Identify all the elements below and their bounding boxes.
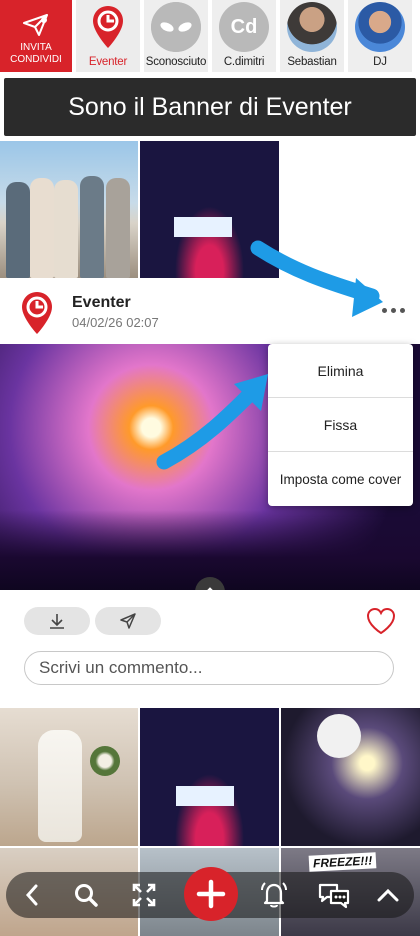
chat-button[interactable] <box>312 872 356 918</box>
story-dj[interactable]: DJ <box>348 0 412 72</box>
chevron-left-icon <box>25 884 38 906</box>
post-options-menu: Elimina Fissa Imposta come cover <box>268 344 413 506</box>
person <box>6 182 30 278</box>
alien-icon <box>151 2 201 52</box>
person <box>54 180 78 278</box>
person <box>80 176 104 278</box>
initials-avatar: Cd <box>219 2 269 52</box>
heart-icon[interactable] <box>365 606 397 636</box>
story-label: Sconosciuto <box>145 56 207 68</box>
dress <box>38 730 82 842</box>
story-sconosciuto[interactable]: Sconosciuto <box>144 0 208 72</box>
menu-item-delete[interactable]: Elimina <box>268 344 413 398</box>
bell-icon <box>261 882 287 908</box>
balloon <box>317 714 361 758</box>
post-actions <box>0 590 420 708</box>
story-label: DJ <box>373 56 387 68</box>
plus-icon <box>196 879 226 909</box>
search-button[interactable] <box>66 872 106 918</box>
notifications-button[interactable] <box>252 872 296 918</box>
story-label: Eventer <box>88 56 128 68</box>
more-dots-icon[interactable] <box>382 308 405 313</box>
invite-label-line1: INVITA <box>20 42 52 53</box>
gallery-photo-venue[interactable] <box>140 141 279 278</box>
post-header: Eventer 04/02/26 02:07 <box>0 278 420 344</box>
invite-share-button[interactable]: INVITA CONDIVIDI <box>0 0 72 72</box>
story-label: Sebastian <box>287 56 337 68</box>
chevron-up-icon <box>377 888 399 902</box>
gallery-empty-cell <box>281 141 420 278</box>
story-label: C.dimitri <box>223 56 265 68</box>
gallery-photo-group[interactable] <box>0 141 138 278</box>
invite-label-line2: CONDIVIDI <box>10 54 62 65</box>
person <box>106 178 130 278</box>
menu-item-set-cover[interactable]: Imposta come cover <box>268 452 413 506</box>
send-icon <box>120 613 136 629</box>
event-banner: Sono il Banner di Eventer <box>4 78 416 136</box>
menu-item-pin[interactable]: Fissa <box>268 398 413 452</box>
stories-bar: INVITA CONDIVIDI Eventer Sconosciuto Cd … <box>0 0 420 72</box>
back-button[interactable] <box>12 872 52 918</box>
post-author: Eventer <box>72 294 131 311</box>
bouquet <box>90 746 120 776</box>
story-sebastian[interactable]: Sebastian <box>280 0 344 72</box>
post-timestamp: 04/02/26 02:07 <box>72 315 159 330</box>
story-eventer[interactable]: Eventer <box>76 0 140 72</box>
person <box>30 178 54 278</box>
stage-screen <box>176 786 234 806</box>
fullscreen-button[interactable] <box>124 872 164 918</box>
avatar <box>287 2 337 52</box>
story-cdimitri[interactable]: Cd C.dimitri <box>212 0 276 72</box>
gallery-photo-party[interactable] <box>281 708 420 846</box>
share-button[interactable] <box>95 607 161 635</box>
paper-plane-icon <box>23 14 48 36</box>
banner-text: Sono il Banner di Eventer <box>68 92 352 121</box>
download-icon <box>50 614 64 629</box>
screen: INVITA CONDIVIDI Eventer Sconosciuto Cd … <box>0 0 420 936</box>
comment-input[interactable] <box>24 651 394 685</box>
location-pin-icon <box>83 2 133 52</box>
gallery-photo-bride[interactable] <box>0 708 138 846</box>
chat-icon <box>318 883 350 909</box>
avatar <box>355 2 405 52</box>
freeze-sign: FREEZE!!! <box>308 852 377 872</box>
location-pin-icon <box>22 292 52 334</box>
download-button[interactable] <box>24 607 90 635</box>
stage-screen <box>174 217 232 237</box>
search-icon <box>75 884 98 907</box>
scroll-top-button[interactable] <box>368 872 408 918</box>
add-button[interactable] <box>184 867 238 921</box>
expand-icon <box>132 883 156 907</box>
gallery-photo-venue[interactable] <box>140 708 279 846</box>
